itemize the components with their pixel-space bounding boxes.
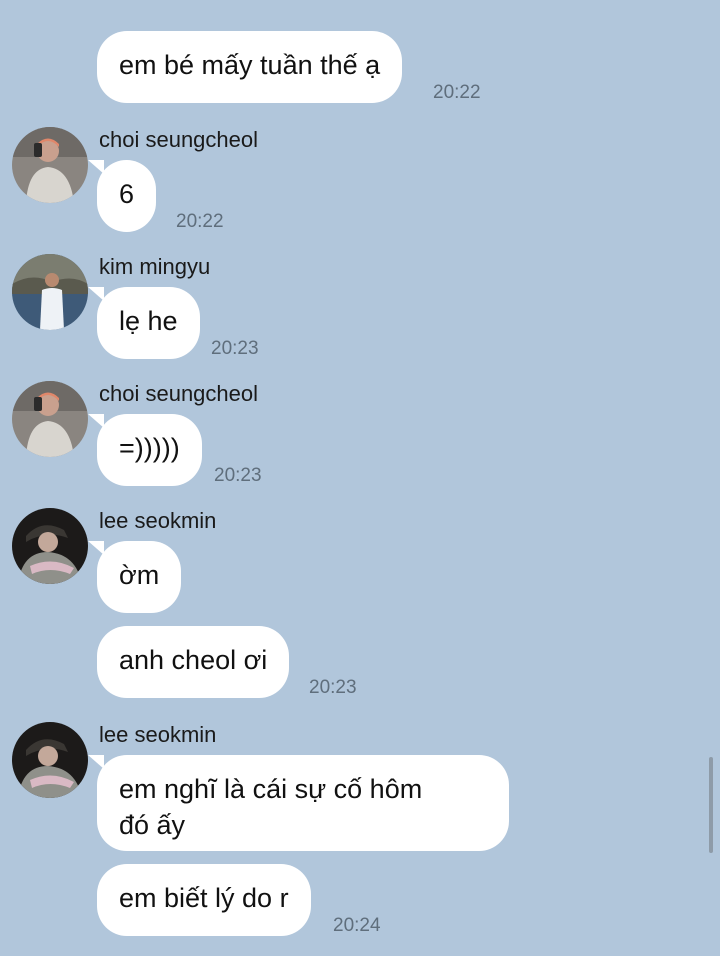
sender-name: kim mingyu xyxy=(99,254,211,279)
message-bubble[interactable]: =))))) xyxy=(88,414,202,486)
message-bubble[interactable]: lẹ he xyxy=(88,287,200,359)
message-time: 20:22 xyxy=(433,82,481,103)
sender-name: lee seokmin xyxy=(99,508,217,533)
message-time: 20:23 xyxy=(309,677,357,698)
avatar-lee-seokmin[interactable] xyxy=(12,508,88,584)
message-bubble[interactable]: em biết lý do r xyxy=(97,864,311,936)
message-time: 20:23 xyxy=(214,465,262,486)
message-bubble[interactable]: em nghĩ là cái sự cố hôm đó ấy xyxy=(88,755,509,851)
message-bubble[interactable]: anh cheol ơi xyxy=(97,626,290,698)
sender-name: lee seokmin xyxy=(99,722,217,747)
message-bubble[interactable]: 6 xyxy=(87,160,157,232)
message-bubble[interactable]: em bé mấy tuần thế ạ xyxy=(97,31,403,103)
message-time: 20:24 xyxy=(333,915,381,936)
message-time: 20:23 xyxy=(211,338,259,359)
chat-area[interactable]: em bé mấy tuần thế ạ 20:22 choi seungche… xyxy=(0,0,720,956)
avatar-kim-mingyu[interactable] xyxy=(12,254,88,330)
sender-name: choi seungcheol xyxy=(99,127,259,152)
scrollbar[interactable] xyxy=(709,757,713,853)
sender-name: choi seungcheol xyxy=(99,381,259,406)
avatar-lee-seokmin[interactable] xyxy=(12,722,88,798)
message-time: 20:22 xyxy=(176,211,224,232)
avatar-choi-seungcheol[interactable] xyxy=(12,127,88,203)
message-bubble[interactable]: ờm xyxy=(87,541,182,613)
avatar-choi-seungcheol[interactable] xyxy=(12,381,88,457)
